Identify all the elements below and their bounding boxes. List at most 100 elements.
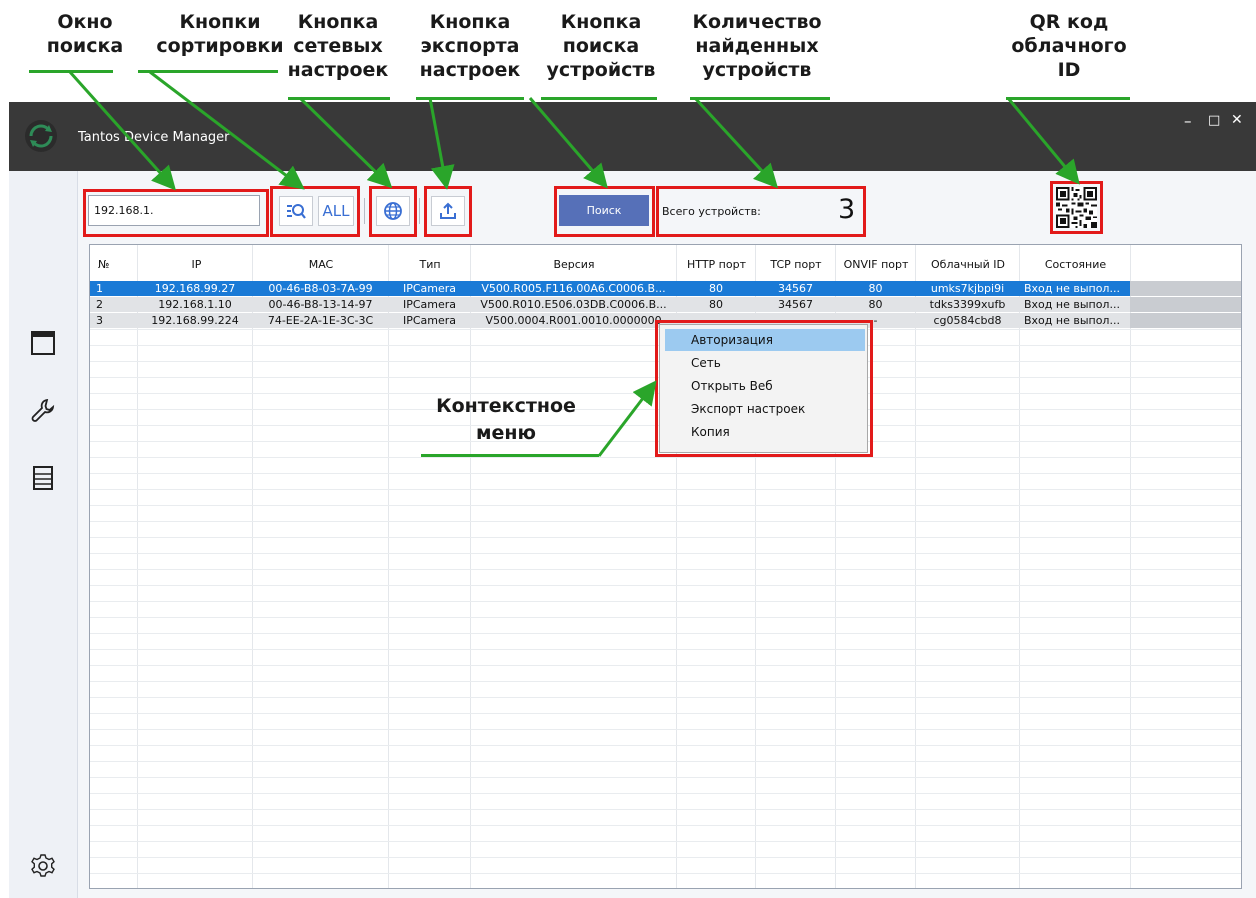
cell-ip: 192.168.99.27 <box>154 282 236 295</box>
grid-row-line <box>90 777 1241 778</box>
table-header: № IP MAC Тип Версия HTTP порт TCP порт O… <box>90 245 1241 282</box>
device-count-label: Всего устройств: <box>662 205 761 218</box>
grid-row-line <box>90 537 1241 538</box>
sidebar <box>9 171 78 898</box>
menu-item-export-settings[interactable]: Экспорт настроек <box>665 398 865 420</box>
menu-item-open-web[interactable]: Открыть Веб <box>665 375 865 397</box>
cell-mac: 00-46-B8-13-14-97 <box>268 298 373 311</box>
col-header-mac[interactable]: MAC <box>253 258 389 271</box>
search-devices-button[interactable]: Поиск <box>559 195 649 226</box>
grid-row-line <box>90 713 1241 714</box>
menu-item-authorization[interactable]: Авторизация <box>665 329 865 351</box>
device-count-value: 3 <box>838 194 856 225</box>
grid-row-line <box>90 745 1241 746</box>
grid-line <box>137 245 138 888</box>
cell-http-port: 80 <box>709 298 723 311</box>
annotation-network-button: Кнопка сетевых настроек <box>287 11 389 81</box>
grid-row-line <box>90 649 1241 650</box>
grid-row-line <box>90 873 1241 874</box>
cell-type: IPCamera <box>402 314 457 327</box>
grid-row-line <box>90 521 1241 522</box>
annotation-search-window: Окно поиска <box>46 11 124 57</box>
cell-cloud-id: umks7kjbpi9i <box>930 282 1005 295</box>
cell-cloud-id: tdks3399xufb <box>929 298 1006 311</box>
window-icon[interactable] <box>30 330 56 356</box>
sort-all-button[interactable]: ALL <box>318 196 354 226</box>
col-header-version[interactable]: Версия <box>471 258 677 271</box>
annotation-underline <box>288 97 390 100</box>
context-menu: Авторизация Сеть Открыть Веб Экспорт нас… <box>659 324 868 453</box>
grid-row-line <box>90 729 1241 730</box>
close-button[interactable]: ✕ <box>1231 112 1243 128</box>
qr-code-icon[interactable] <box>1056 187 1097 228</box>
annotation-underline <box>690 97 830 100</box>
cell-version: V500.R010.E506.03DB.C0006.B... <box>480 298 667 311</box>
sort-search-button[interactable] <box>279 196 313 226</box>
grid-row-line <box>90 665 1241 666</box>
list-icon[interactable] <box>30 465 56 491</box>
grid-row-line <box>90 697 1241 698</box>
cell-number: 1 <box>96 282 103 295</box>
grid-row-line <box>90 857 1241 858</box>
col-header-number[interactable]: № <box>98 258 109 271</box>
annotation-search-button: Кнопка поиска устройств <box>546 11 656 81</box>
grid-row-line <box>90 761 1241 762</box>
grid-row-line <box>90 617 1241 618</box>
cell-number: 3 <box>96 314 103 327</box>
grid-row-line <box>90 681 1241 682</box>
annotation-underline <box>421 454 599 457</box>
annotation-underline <box>29 70 113 73</box>
grid-row-line <box>90 553 1241 554</box>
col-header-http-port[interactable]: HTTP порт <box>677 258 756 271</box>
table-row[interactable]: 2 192.168.1.10 00-46-B8-13-14-97 IPCamer… <box>90 297 1241 312</box>
annotation-qr-code: QR код облачного ID <box>1011 11 1127 81</box>
cell-mac: 74-EE-2A-1E-3C-3C <box>267 314 374 327</box>
minimize-button[interactable]: – <box>1184 112 1192 130</box>
toolbar-divider <box>364 198 365 224</box>
cell-type: IPCamera <box>402 298 457 311</box>
col-header-type[interactable]: Тип <box>389 258 471 271</box>
grid-row-line <box>90 489 1241 490</box>
cell-ip: 192.168.99.224 <box>151 314 239 327</box>
cell-mac: 00-46-B8-03-7A-99 <box>268 282 373 295</box>
cell-cloud-id: cg0584cbd8 <box>933 314 1002 327</box>
grid-row-line <box>90 633 1241 634</box>
wrench-icon[interactable] <box>30 397 56 423</box>
grid-row-line <box>90 569 1241 570</box>
cell-number: 2 <box>96 298 103 311</box>
search-list-icon <box>287 204 306 219</box>
cell-status: Вход не выпол... <box>1024 314 1120 327</box>
cell-version: V500.R005.F116.00A6.C0006.B... <box>481 282 666 295</box>
cell-tcp-port: 34567 <box>778 282 813 295</box>
app-logo-icon <box>25 120 57 152</box>
grid-row-line <box>90 457 1241 458</box>
col-header-tcp-port[interactable]: TCP порт <box>756 258 836 271</box>
col-header-onvif-port[interactable]: ONVIF порт <box>836 258 916 271</box>
annotation-underline <box>1006 97 1130 100</box>
menu-item-network[interactable]: Сеть <box>665 352 865 374</box>
gear-icon[interactable] <box>30 853 56 879</box>
menu-item-copy[interactable]: Копия <box>665 421 865 443</box>
grid-row-line <box>90 809 1241 810</box>
cell-ip: 192.168.1.10 <box>158 298 232 311</box>
grid-row-line <box>90 841 1241 842</box>
grid-row-line <box>90 825 1241 826</box>
grid-row-line <box>90 505 1241 506</box>
network-settings-button[interactable] <box>376 196 410 226</box>
maximize-button[interactable]: □ <box>1208 113 1220 128</box>
grid-row-line <box>90 793 1241 794</box>
grid-line <box>915 245 916 888</box>
cell-onvif-port: 80 <box>868 282 883 295</box>
search-input[interactable] <box>88 195 260 226</box>
cell-type: IPCamera <box>402 282 457 295</box>
col-header-status[interactable]: Состояние <box>1020 258 1131 271</box>
col-header-cloud-id[interactable]: Облачный ID <box>916 258 1020 271</box>
grid-line <box>470 245 471 888</box>
export-settings-button[interactable] <box>431 196 465 226</box>
table-row[interactable]: 1 192.168.99.27 00-46-B8-03-7A-99 IPCame… <box>90 281 1241 296</box>
window-title: Tantos Device Manager <box>78 130 230 145</box>
grid-line <box>1130 245 1131 888</box>
title-bar: Tantos Device Manager – □ ✕ <box>9 102 1256 171</box>
annotation-underline <box>138 70 278 73</box>
col-header-ip[interactable]: IP <box>140 258 253 271</box>
